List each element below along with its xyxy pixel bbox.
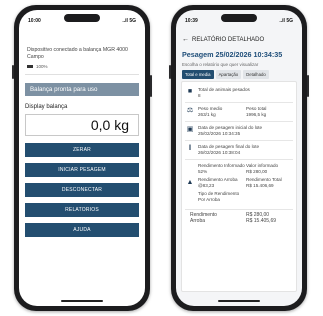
display-value: 0,0 kg: [25, 114, 139, 136]
divider: [185, 140, 293, 141]
divider: [185, 121, 293, 122]
tab-apartacao[interactable]: Apartação: [215, 70, 242, 79]
rend-total-value: R$ 15.406,69: [246, 183, 274, 188]
divider: [185, 102, 293, 103]
tab-detalhado[interactable]: Detalhado: [243, 70, 269, 79]
left-phone: 10:00 ..il 5G Dispositivo conectado a ba…: [12, 5, 152, 311]
home-indicator[interactable]: [61, 300, 103, 302]
rend-informado-value: 52%: [198, 169, 208, 174]
final-row: ‖ Data de pesagem final do lote 26/02/20…: [186, 144, 293, 156]
rendimento-summary-row: Rendimento Arroba R$ 280,00 R$ 15.405,69: [186, 212, 293, 227]
ready-banner: Balança pronta para uso: [25, 83, 139, 96]
total-animals-row: ■ Total de animais pesados 8: [186, 87, 293, 99]
connection-text: Dispositivo conectado a balança MGR 4000…: [27, 47, 128, 60]
inicial-value: 25/02/2026 10:34:35: [198, 131, 241, 136]
peso-medio-label: Peso medio: [198, 106, 223, 111]
power-button: [150, 75, 152, 97]
calendar-icon: ▣: [186, 126, 194, 133]
scale-icon: ⚖: [186, 107, 194, 114]
battery-icon: [27, 65, 33, 68]
total-animals-label: Total de animais pesados: [198, 87, 250, 92]
iniciar-pesagem-button[interactable]: INICIAR PESAGEM: [25, 163, 139, 177]
final-value: 26/02/2026 10:38:04: [198, 150, 241, 155]
divider: [185, 159, 293, 160]
report-header-title: RELATÓRIO DETALHADO: [192, 36, 265, 43]
relatorios-button[interactable]: RELATORIOS: [25, 203, 139, 217]
status-signal: ..il 5G: [122, 17, 136, 24]
page-title: Pesagem 25/02/2026 10:34:35: [182, 50, 283, 59]
final-label: Data de pesagem final do lote: [198, 144, 260, 149]
tipo-value: Por Arroba: [198, 197, 220, 202]
right-phone: 10:39 ..il 5G ← RELATÓRIO DETALHADO Pesa…: [169, 5, 309, 311]
report-card: ■ Total de animais pesados 8 ⚖ Peso medi…: [181, 81, 297, 292]
tipo-label: Tipo de Rendimento: [198, 191, 240, 196]
valor-informado-value: R$ 280,00: [246, 169, 268, 174]
ajuda-button[interactable]: AJUDA: [25, 223, 139, 237]
left-screen: 10:00 ..il 5G Dispositivo conectado a ba…: [19, 10, 145, 306]
status-bar: 10:39 ..il 5G: [185, 16, 293, 25]
peso-total-value: 1996,5 kg: [246, 112, 267, 117]
back-arrow-icon[interactable]: ←: [182, 36, 189, 43]
right-screen: 10:39 ..il 5G ← RELATÓRIO DETALHADO Pesa…: [176, 10, 302, 306]
status-signal: ..il 5G: [279, 17, 293, 24]
divider: [25, 74, 139, 75]
desconectar-button[interactable]: DESCONECTAR: [25, 183, 139, 197]
peso-medio-value: 263/1 kg: [198, 112, 216, 117]
weight-row: ⚖ Peso medio 263/1 kg Peso total 1996,5 …: [186, 106, 293, 118]
warning-icon: ▲: [186, 179, 194, 186]
peso-total-label: Peso total: [246, 106, 267, 111]
inicial-label: Data de pesagem inicial do lote: [198, 125, 263, 130]
divider: [185, 209, 293, 210]
report-tabs: Total e media Apartação Detalhado: [182, 70, 269, 79]
status-time: 10:00: [28, 17, 41, 24]
battery-status: 100%: [27, 64, 48, 69]
power-button: [307, 75, 309, 97]
inicial-row: ▣ Data de pesagem inicial do lote 25/02/…: [186, 125, 293, 137]
zerar-button[interactable]: ZERAR: [25, 143, 139, 157]
report-header: ← RELATÓRIO DETALHADO: [182, 36, 264, 43]
bars-icon: ‖: [188, 145, 192, 152]
status-time: 10:39: [185, 17, 198, 24]
tab-total-media[interactable]: Total e media: [182, 70, 214, 79]
cow-icon: ■: [187, 88, 193, 95]
arroba-value: R$ 15.405,69: [246, 218, 277, 224]
home-indicator[interactable]: [218, 300, 260, 302]
display-label: Display balança: [25, 104, 68, 110]
valor-informado-label: Valor informado: [246, 163, 279, 168]
volume-button: [12, 65, 14, 79]
rend-total-label: Rendimento Total: [246, 177, 282, 182]
battery-text: 100%: [36, 64, 48, 69]
page-subtitle: Escolha o relatório que quer visualizar: [182, 62, 259, 67]
total-animals-value: 8: [198, 93, 201, 98]
rend-informado-label: Rendimento Informado: [198, 163, 245, 168]
rend-arroba-label: Rendimento Arroba: [198, 177, 238, 182]
arroba-label: Arroba: [190, 218, 206, 224]
rend-arroba-value: @83,23: [198, 183, 215, 188]
rendimento-block: ▲ Rendimento Informado 52% Valor informa…: [186, 163, 293, 207]
volume-button: [169, 65, 171, 79]
status-bar: 10:00 ..il 5G: [28, 16, 136, 25]
